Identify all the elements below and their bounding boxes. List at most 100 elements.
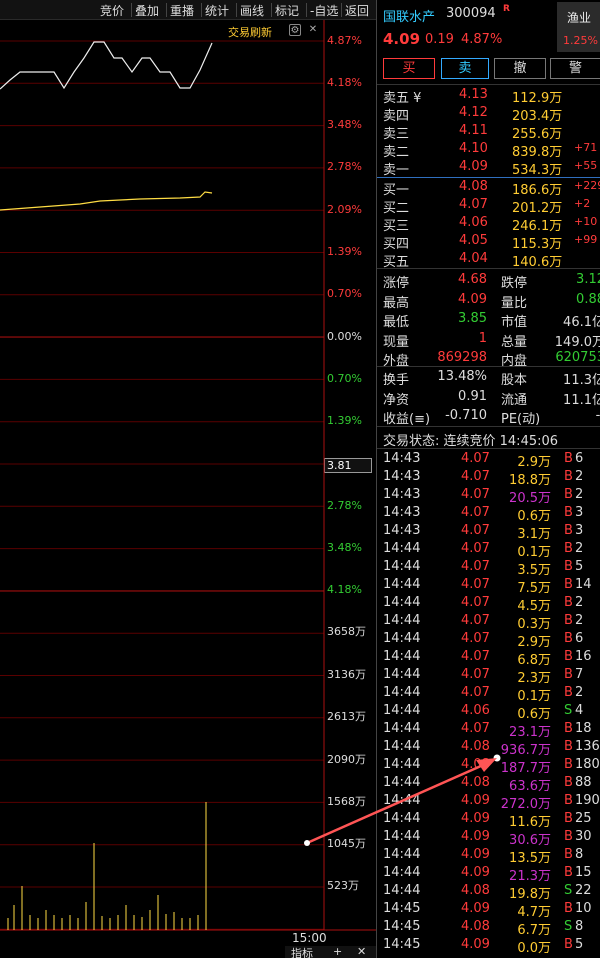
orderbook-row[interactable]: 卖三 4.11 255.6万 — [377, 123, 600, 142]
tick-row: 14:44 4.08 936.7万 B1365 — [377, 739, 600, 758]
tick-count: 2 — [575, 685, 584, 700]
tick-row: 14:45 4.09 4.7万 B 10 — [377, 901, 600, 920]
toolbar-item[interactable]: 叠加 — [135, 2, 159, 19]
level-volume: 112.9万 — [512, 91, 563, 106]
level-price: 4.11 — [459, 123, 488, 138]
tick-count: 30 — [575, 829, 592, 844]
tick-count: 3 — [575, 505, 584, 520]
tick-row: 14:43 4.07 20.5万 B 2 — [377, 487, 600, 506]
sector-name[interactable]: 渔业 — [567, 9, 591, 26]
tick-count: 8 — [575, 847, 584, 862]
orderbook-row[interactable]: 卖四 4.12 203.4万 — [377, 105, 600, 124]
orderbook-row[interactable]: 买五 4.04 140.6万 — [377, 251, 600, 270]
indicator-tab[interactable]: 指标 — [291, 945, 313, 958]
tick-volume: 13.5万 — [509, 851, 551, 866]
level-label: 买一 — [383, 183, 410, 198]
tick-price: 4.09 — [461, 829, 490, 844]
stat-value: -- — [595, 408, 600, 423]
trade-button[interactable]: 警 — [550, 58, 600, 79]
trade-button[interactable]: 买 — [383, 58, 435, 79]
stat-row: 换手 13.48% 股本 11.3亿 — [377, 369, 600, 388]
stock-name[interactable]: 国联水产 — [383, 6, 435, 25]
tick-count: 2 — [575, 541, 584, 556]
orderbook-row[interactable]: 卖一 4.09 534.3万 +55 — [377, 159, 600, 178]
tick-row: 14:44 4.09 30.6万 B 30 — [377, 829, 600, 848]
level-label: 卖三 — [383, 127, 410, 142]
tick-volume: 4.7万 — [517, 905, 551, 920]
stat-label: PE(动) — [501, 412, 541, 427]
tick-row: 14:44 4.07 7.5万 B 14 — [377, 577, 600, 596]
tick-row: 14:44 4.07 0.3万 B 2 — [377, 613, 600, 632]
orderbook-row[interactable]: 买三 4.06 246.1万 +10 — [377, 215, 600, 234]
stat-label: 跌停 — [501, 276, 528, 291]
orderbook-row[interactable]: 卖五 ¥ 4.13 112.9万 — [377, 87, 600, 106]
level-volume: 534.3万 — [512, 163, 563, 178]
time-axis-end: 15:00 — [292, 931, 327, 945]
stat-value: -0.710 — [445, 408, 487, 423]
tick-count: 5 — [575, 937, 584, 952]
tick-row: 14:45 4.09 0.0万 B 5 — [377, 937, 600, 956]
toolbar-item[interactable]: 画线 — [240, 2, 264, 19]
tick-direction: B — [564, 649, 573, 664]
trade-button[interactable]: 撤 — [494, 58, 546, 79]
tick-price: 4.07 — [461, 595, 490, 610]
current-price-marker: 3.81 — [324, 458, 372, 473]
tick-time: 14:44 — [383, 739, 421, 754]
tick-direction: B — [564, 901, 573, 916]
tick-time: 14:44 — [383, 649, 421, 664]
toolbar-item[interactable]: 重播 — [170, 2, 194, 19]
stat-label: 换手 — [383, 373, 410, 388]
tick-row: 14:44 4.09 272.0万 B 190 — [377, 793, 600, 812]
tick-volume: 63.6万 — [509, 779, 551, 794]
orderbook-row[interactable]: 买二 4.07 201.2万 +2 — [377, 197, 600, 216]
margin-mark: R — [503, 4, 510, 14]
tick-direction: B — [564, 559, 573, 574]
stat-label: 量比 — [501, 295, 528, 311]
toolbar-item[interactable]: 返回 — [345, 2, 369, 19]
toolbar-item[interactable]: 统计 — [205, 2, 229, 19]
tick-row: 14:44 4.07 0.1万 B 2 — [377, 685, 600, 704]
level-delta: +55 — [574, 159, 598, 172]
tick-volume: 3.5万 — [517, 563, 551, 578]
orderbook-row[interactable]: 买四 4.05 115.3万 +99 — [377, 233, 600, 252]
tick-time: 14:44 — [383, 559, 421, 574]
gear-icon[interactable]: ⚙ — [289, 24, 301, 36]
tick-direction: B — [564, 757, 573, 772]
tick-count: 5 — [575, 559, 584, 574]
price-axis-label: 4.18% — [327, 583, 362, 596]
tick-direction: B — [564, 739, 573, 754]
tick-time: 14:44 — [383, 883, 421, 898]
tick-time: 14:44 — [383, 667, 421, 682]
level-label: 卖二 — [383, 145, 410, 160]
tick-volume: 936.7万 — [500, 743, 551, 758]
tick-price: 4.07 — [461, 613, 490, 628]
level-price: 4.12 — [459, 105, 488, 120]
stat-label: 最高 — [383, 295, 410, 311]
price-axis-label: 0.00% — [327, 330, 362, 343]
stat-value: 3.85 — [458, 311, 487, 326]
tick-count: 2 — [575, 487, 584, 502]
close-icon[interactable]: ✕ — [357, 945, 366, 958]
stat-label: 股本 — [501, 373, 528, 388]
trade-refresh-label[interactable]: 交易刷新 — [228, 24, 272, 40]
tick-price: 4.06 — [461, 703, 490, 718]
tick-time: 14:44 — [383, 865, 421, 880]
orderbook-row[interactable]: 卖二 4.10 839.8万 +71 — [377, 141, 600, 160]
intraday-chart[interactable]: 竞价 叠加 重播 统计 画线 标记 -自选 返回 交易刷新 ⚙ ✕ 4.87% 4.18% 3.4… — [0, 0, 501, 958]
tick-volume: 11.6万 — [509, 815, 551, 830]
stat-value: 0.88 — [576, 291, 600, 307]
trade-button[interactable]: 卖 — [441, 58, 489, 79]
toolbar-item[interactable]: 标记 — [275, 2, 299, 19]
toolbar-item[interactable]: -自选 — [310, 2, 338, 19]
toolbar-item[interactable]: 竞价 — [100, 2, 124, 19]
tick-count: 1365 — [575, 739, 600, 754]
tick-volume: 0.6万 — [517, 509, 551, 524]
orderbook-row[interactable]: 买一 4.08 186.6万 +229 — [377, 179, 600, 198]
stat-value: 620753 — [555, 350, 600, 365]
volume-axis-label: 1045万 — [327, 837, 366, 850]
add-icon[interactable]: + — [333, 945, 342, 958]
tick-volume: 0.3万 — [517, 617, 551, 632]
level-delta: +99 — [574, 233, 598, 246]
tick-price: 4.09 — [461, 865, 490, 880]
close-icon[interactable]: ✕ — [307, 24, 319, 36]
